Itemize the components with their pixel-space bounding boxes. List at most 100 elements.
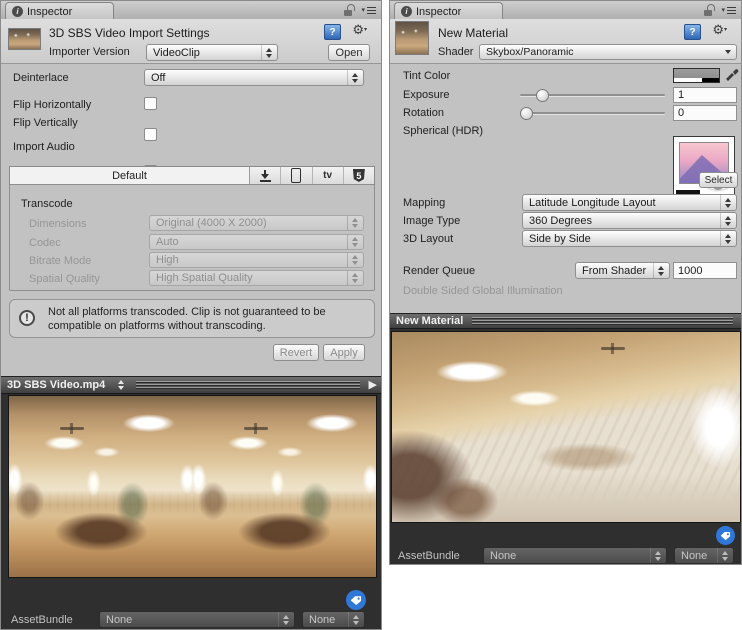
tabbar-controls: ▾ [344, 1, 376, 19]
image-type-label: Image Type [403, 215, 460, 227]
bitrate-mode-dropdown: High [149, 252, 364, 268]
gear-icon[interactable]: ⚙▾ [712, 23, 727, 37]
help-icon[interactable]: ? [324, 24, 341, 40]
spatial-quality-dropdown: High Spatial Quality [149, 270, 364, 286]
context-menu-icon[interactable]: ▾ [721, 7, 736, 14]
platform-tab-webgl[interactable]: 5 [344, 167, 374, 184]
appletv-icon: tv [323, 170, 332, 181]
revert-button[interactable]: Revert [273, 344, 319, 361]
preview-drag-handle[interactable] [472, 317, 733, 325]
platform-tab-standalone[interactable] [250, 167, 281, 184]
rotation-field[interactable]: 0 [673, 105, 737, 121]
video-asset-thumbnail [8, 28, 41, 50]
updown-arrows-icon [653, 263, 667, 278]
gear-icon[interactable]: ⚙▾ [352, 23, 367, 37]
lock-icon[interactable] [704, 4, 714, 16]
mapping-dropdown[interactable]: Latitude Longitude Layout [522, 194, 737, 211]
material-preview-zone: AssetBundle None None [390, 329, 742, 565]
dimensions-dropdown: Original (4000 X 2000) [149, 215, 364, 231]
exposure-label: Exposure [403, 89, 449, 101]
ceiling-fan [601, 347, 625, 350]
play-icon[interactable]: ▶ [369, 380, 377, 391]
assetbundle-dropdown[interactable]: None [99, 611, 295, 628]
lock-icon[interactable] [344, 4, 354, 16]
select-texture-button[interactable]: Select [699, 172, 738, 188]
updown-arrows-icon [347, 271, 361, 285]
ceiling-fan [244, 427, 268, 430]
importer-version-label: Importer Version [49, 46, 130, 58]
asset-title: 3D SBS Video Import Settings [49, 26, 210, 40]
warning-box: ! Not all platforms transcoded. Clip is … [9, 299, 375, 338]
import-audio-label: Import Audio [13, 141, 75, 153]
help-icon[interactable]: ? [684, 24, 701, 40]
shader-dropdown[interactable]: Skybox/Panoramic [479, 44, 737, 60]
sbs-left-eye-frame [9, 396, 193, 577]
assetbundle-dropdown[interactable]: None [483, 547, 667, 564]
platform-tab-tvos[interactable]: tv [313, 167, 344, 184]
preview-mode-popup-icon[interactable] [114, 377, 127, 393]
transcode-label: Transcode [21, 198, 73, 210]
updown-arrows-icon [720, 231, 734, 246]
render-queue-dropdown[interactable]: From Shader [575, 262, 670, 279]
material-preview-header[interactable]: New Material [390, 313, 742, 329]
flip-horizontally-checkbox[interactable] [144, 97, 157, 110]
info-icon: i [401, 6, 412, 17]
assetbundle-variant-dropdown[interactable]: None [674, 547, 734, 564]
assetbundle-tag-icon[interactable] [716, 526, 735, 545]
updown-arrows-icon [717, 548, 731, 563]
3d-layout-label: 3D Layout [403, 233, 453, 245]
open-button[interactable]: Open [328, 44, 370, 61]
assetbundle-variant-dropdown[interactable]: None [302, 611, 365, 628]
updown-arrows-icon [347, 235, 361, 249]
preview-drag-handle[interactable] [136, 381, 359, 389]
exposure-field[interactable]: 1 [673, 87, 737, 103]
warning-icon: ! [19, 310, 35, 326]
tint-color-swatch[interactable] [673, 68, 720, 83]
assetbundle-label: AssetBundle [11, 614, 73, 626]
apply-button[interactable]: Apply [323, 344, 365, 361]
assetbundle-tag-icon[interactable] [346, 590, 366, 610]
material-preview-image[interactable] [391, 331, 741, 523]
dropdown-arrow-icon [721, 45, 734, 59]
sbs-right-eye-frame [193, 396, 377, 577]
info-icon: i [12, 6, 23, 17]
eyedropper-icon[interactable] [724, 64, 739, 86]
tab-inspector[interactable]: i Inspector [5, 2, 114, 20]
tint-color-label: Tint Color [403, 70, 450, 82]
context-menu-icon[interactable]: ▾ [361, 7, 376, 14]
flip-vertically-checkbox[interactable] [144, 128, 157, 141]
render-queue-field[interactable]: 1000 [673, 262, 737, 279]
platform-tab-default[interactable]: Default [10, 167, 250, 184]
inspector-panel-material: i Inspector ▾ New Material ? ⚙▾ Shader S… [389, 0, 742, 565]
tab-label: Inspector [416, 6, 461, 18]
material-asset-thumbnail [395, 21, 429, 55]
ceiling-fan [60, 427, 84, 430]
updown-arrows-icon [720, 213, 734, 228]
image-type-dropdown[interactable]: 360 Degrees [522, 212, 737, 229]
dimensions-label: Dimensions [29, 218, 86, 230]
exposure-slider[interactable] [520, 89, 665, 100]
shader-label: Shader [438, 46, 473, 58]
webgl-icon: 5 [353, 169, 365, 182]
rotation-slider[interactable] [520, 107, 665, 118]
flip-horizontally-label: Flip Horizontally [13, 99, 91, 111]
updown-arrows-icon [347, 70, 361, 85]
asset-header: 3D SBS Video Import Settings ? ⚙▾ Import… [1, 19, 381, 64]
updown-arrows-icon [261, 45, 275, 60]
3d-layout-dropdown[interactable]: Side by Side [522, 230, 737, 247]
platform-tab-bar: Default tv 5 [9, 166, 375, 185]
spherical-texture-slot[interactable] [673, 136, 735, 201]
tabbar-controls: ▾ [704, 1, 736, 19]
video-preview-image[interactable] [8, 395, 377, 578]
platform-tab-ios[interactable] [281, 167, 312, 184]
updown-arrows-icon [720, 195, 734, 210]
rotation-label: Rotation [403, 107, 444, 119]
flip-vertically-label: Flip Vertically [13, 117, 78, 129]
spatial-quality-label: Spatial Quality [29, 273, 100, 285]
deinterlace-dropdown[interactable]: Off [144, 69, 364, 86]
importer-version-dropdown[interactable]: VideoClip [146, 44, 278, 61]
tab-inspector[interactable]: i Inspector [394, 2, 503, 20]
video-preview-header[interactable]: 3D SBS Video.mp4 ▶ [1, 376, 382, 394]
spherical-hdr-label: Spherical (HDR) [403, 125, 483, 137]
assetbundle-label: AssetBundle [398, 550, 460, 562]
